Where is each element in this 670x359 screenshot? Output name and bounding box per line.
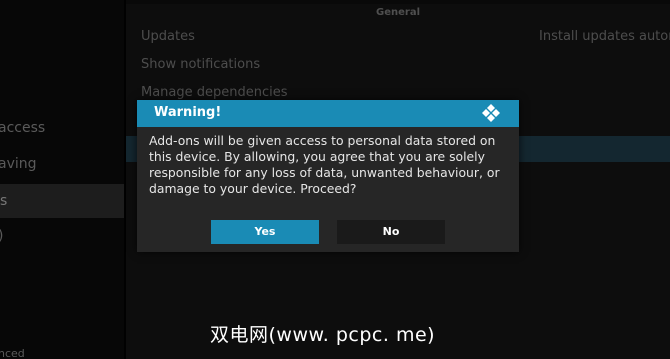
no-button[interactable]: No [337,220,445,244]
yes-button[interactable]: Yes [211,220,319,244]
kodi-logo-icon [482,104,500,122]
dialog-header: Warning! [137,100,519,127]
kodi-screen: access aving s ) nced General Updates In… [0,0,670,359]
warning-dialog: Warning! Add-ons will be given access to… [137,100,519,252]
dialog-title: Warning! [154,105,222,120]
site-watermark: 双电网(www. pcpc. me) [210,324,436,346]
dialog-message: Add-ons will be given access to personal… [149,133,500,196]
